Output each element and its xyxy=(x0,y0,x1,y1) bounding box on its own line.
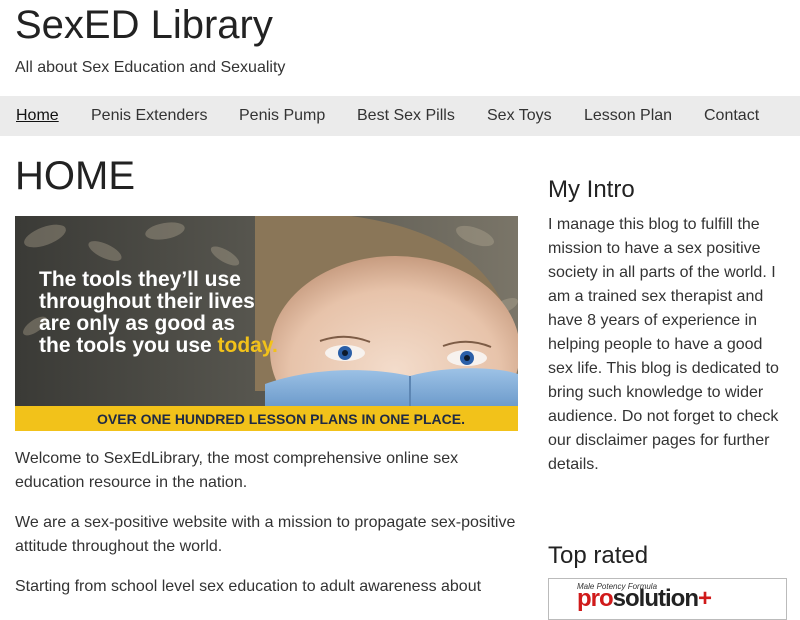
hero-caption-line-3: are only as good as xyxy=(39,312,235,335)
sidebar-intro-heading: My Intro xyxy=(548,176,635,203)
site-tagline: All about Sex Education and Sexuality xyxy=(15,59,286,76)
hero-banner-text: OVER ONE HUNDRED LESSON PLANS IN ONE PLA… xyxy=(97,411,465,427)
sidebar-intro-text: I manage this blog to fulfill the missio… xyxy=(548,216,779,473)
nav-item-sex-toys[interactable]: Sex Toys xyxy=(487,96,552,136)
intro-paragraph-1: Welcome to SexEdLibrary, the most compre… xyxy=(15,450,459,491)
top-rated-product-ad[interactable]: Male Potency Formula prosolution+ xyxy=(548,578,787,620)
hero-caption-line-4: the tools you use today. xyxy=(39,334,278,357)
page-title: HOME xyxy=(15,154,135,198)
main-navigation: Home Penis Extenders Penis Pump Best Sex… xyxy=(0,96,800,136)
ad-brand-pro: pro xyxy=(577,585,614,612)
nav-item-penis-pump[interactable]: Penis Pump xyxy=(239,96,325,136)
nav-item-best-sex-pills[interactable]: Best Sex Pills xyxy=(357,96,455,136)
site-title[interactable]: SexED Library xyxy=(15,2,273,48)
ad-brand-logo: prosolution+ xyxy=(577,585,712,613)
nav-item-penis-extenders[interactable]: Penis Extenders xyxy=(91,96,208,136)
hero-caption-highlight: today. xyxy=(218,334,278,357)
hero-caption-line-4-text: the tools you use xyxy=(39,334,218,357)
nav-item-contact[interactable]: Contact xyxy=(704,96,759,136)
sidebar-top-rated-heading: Top rated xyxy=(548,542,649,569)
intro-paragraph-2: We are a sex-positive website with a mis… xyxy=(15,514,516,555)
hero-caption-line-2: throughout their lives xyxy=(39,290,255,313)
nav-item-lesson-plan[interactable]: Lesson Plan xyxy=(584,96,672,136)
hero-image: The tools they’ll use throughout their l… xyxy=(15,216,518,431)
ad-brand-plus: + xyxy=(698,585,712,612)
intro-paragraph-3: Starting from school level sex education… xyxy=(15,578,482,595)
hero-caption-line-1: The tools they’ll use xyxy=(39,268,241,291)
ad-brand-solution: solution xyxy=(612,585,699,612)
nav-item-home[interactable]: Home xyxy=(16,96,59,136)
